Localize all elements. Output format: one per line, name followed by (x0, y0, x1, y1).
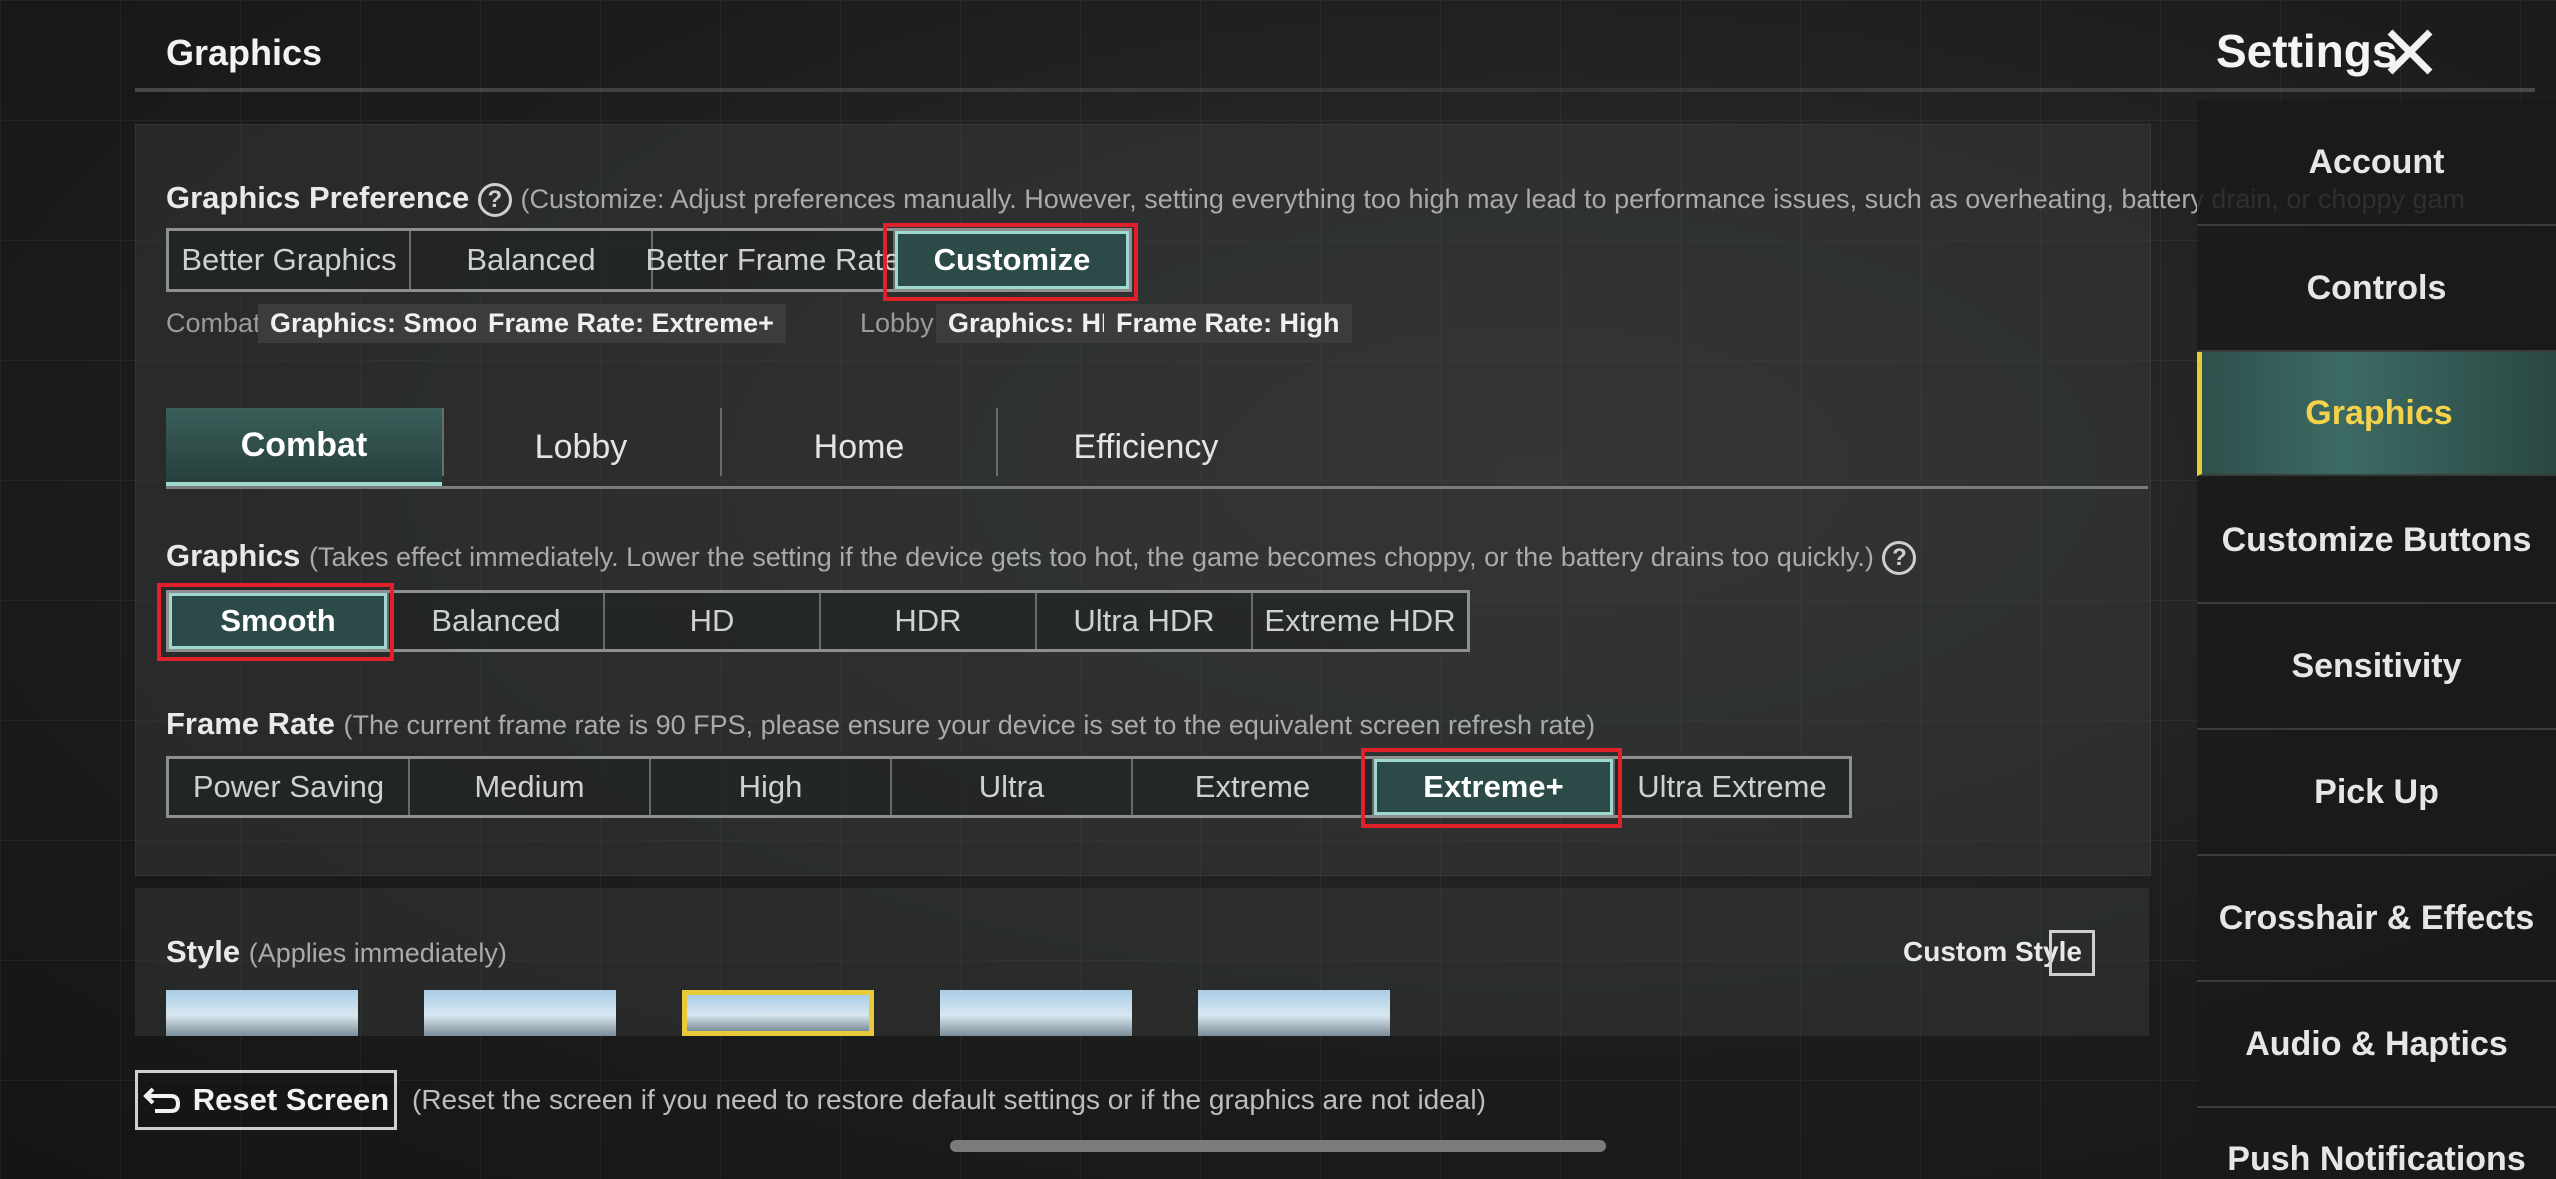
frame-rate-option-extreme[interactable]: Extreme (1133, 759, 1374, 815)
combat-framerate-tag: Frame Rate: Extreme+ (476, 304, 786, 343)
graphics-quality-label: Graphics (166, 538, 301, 573)
close-icon (2387, 29, 2433, 75)
style-thumbnail[interactable] (166, 990, 358, 1036)
frame-rate-label: Frame Rate (166, 706, 335, 741)
undo-icon (142, 1087, 180, 1113)
frame-rate-option-ultra[interactable]: Ultra (892, 759, 1133, 815)
header-divider (135, 88, 2535, 92)
sidebar-item-account[interactable]: Account (2197, 100, 2556, 226)
reset-screen-hint: (Reset the screen if you need to restore… (412, 1084, 1486, 1115)
graphics-preference-hint: (Customize: Adjust preferences manually.… (520, 184, 2466, 214)
sidebar-item-crosshair-effects[interactable]: Crosshair & Effects (2197, 856, 2556, 982)
graphics-preference-label: Graphics Preference (166, 180, 470, 215)
graphics-option-hd[interactable]: HD (605, 593, 821, 649)
sidebar-item-push-notifications[interactable]: Push Notifications (2197, 1108, 2556, 1179)
tab-lobby[interactable]: Lobby (444, 408, 718, 486)
settings-title: Settings (2216, 25, 2398, 77)
tab-combat[interactable]: Combat (166, 408, 442, 486)
mode-tabs: Combat Lobby Home Efficiency (166, 408, 2148, 489)
graphics-option-balanced[interactable]: Balanced (389, 593, 605, 649)
tab-home[interactable]: Home (722, 408, 996, 486)
preference-option-better-graphics[interactable]: Better Graphics (169, 231, 411, 289)
sidebar-item-audio-haptics[interactable]: Audio & Haptics (2197, 982, 2556, 1108)
sidebar-item-sensitivity[interactable]: Sensitivity (2197, 604, 2556, 730)
style-thumbnail[interactable] (940, 990, 1132, 1036)
frame-rate-option-extreme-plus[interactable]: Extreme+ (1374, 759, 1615, 815)
sidebar-item-controls[interactable]: Controls (2197, 226, 2556, 352)
preference-option-better-frame-rate[interactable]: Better Frame Rate (646, 231, 901, 289)
graphics-preference-selector: Better Graphics Balanced Better Frame Ra… (166, 228, 1132, 292)
style-thumbnail-selected[interactable] (682, 990, 874, 1036)
sidebar-item-pick-up[interactable]: Pick Up (2197, 730, 2556, 856)
home-indicator[interactable] (950, 1140, 1606, 1152)
graphics-option-hdr[interactable]: HDR (821, 593, 1037, 649)
frame-rate-option-power-saving[interactable]: Power Saving (169, 759, 410, 815)
preference-option-customize[interactable]: Customize (895, 231, 1129, 289)
frame-rate-option-ultra-extreme[interactable]: Ultra Extreme (1615, 759, 1849, 815)
help-icon[interactable]: ? (477, 182, 512, 217)
graphics-option-extreme-hdr[interactable]: Extreme HDR (1253, 593, 1467, 649)
style-label: Style (166, 934, 241, 969)
reset-screen-label: Reset Screen (192, 1082, 390, 1117)
style-hint: (Applies immediately) (248, 938, 507, 968)
graphics-option-ultra-hdr[interactable]: Ultra HDR (1037, 593, 1253, 649)
frame-rate-selector: Power Saving Medium High Ultra Extreme E… (166, 756, 1852, 818)
frame-rate-option-high[interactable]: High (651, 759, 892, 815)
sidebar-item-customize-buttons[interactable]: Customize Buttons (2197, 478, 2556, 604)
style-thumbnail[interactable] (424, 990, 616, 1036)
lobby-summary-label: Lobby (860, 308, 934, 338)
settings-sidebar: Account Controls Graphics Customize Butt… (2197, 100, 2556, 1179)
style-row: Style (Applies immediately) (166, 934, 507, 970)
graphics-option-smooth[interactable]: Smooth (169, 593, 389, 649)
frame-rate-row: Frame Rate (The current frame rate is 90… (166, 706, 1595, 742)
help-icon[interactable]: ? (1882, 540, 1917, 575)
frame-rate-option-medium[interactable]: Medium (410, 759, 651, 815)
graphics-preference-row: Graphics Preference ? (Customize: Adjust… (166, 180, 2465, 217)
close-button[interactable] (2382, 24, 2438, 80)
tab-efficiency[interactable]: Efficiency (998, 408, 1294, 486)
style-thumbnail[interactable] (1198, 990, 1390, 1036)
lobby-framerate-tag: Frame Rate: High (1104, 304, 1352, 343)
frame-rate-hint: (The current frame rate is 90 FPS, pleas… (343, 710, 1596, 740)
graphics-quality-selector: Smooth Balanced HD HDR Ultra HDR Extreme… (166, 590, 1470, 652)
custom-style-checkbox[interactable] (2049, 930, 2095, 976)
preference-option-balanced[interactable]: Balanced (411, 231, 653, 289)
page-title: Graphics (166, 32, 323, 73)
sidebar-item-graphics[interactable]: Graphics (2197, 352, 2556, 476)
graphics-quality-row: Graphics (Takes effect immediately. Lowe… (166, 538, 1917, 575)
graphics-quality-hint: (Takes effect immediately. Lower the set… (309, 542, 1874, 572)
combat-summary-label: Combat (166, 308, 261, 338)
reset-screen-button[interactable]: Reset Screen (135, 1070, 397, 1130)
